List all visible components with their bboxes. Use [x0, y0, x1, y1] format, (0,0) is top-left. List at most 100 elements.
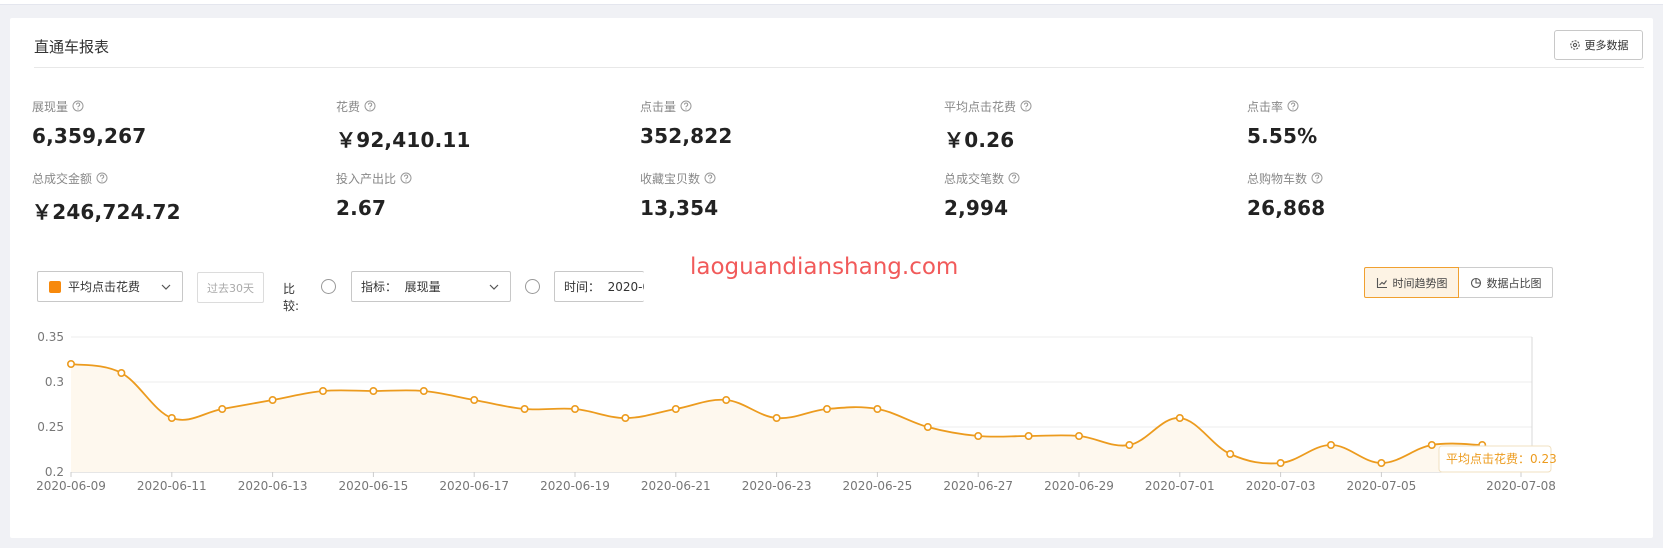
data-point[interactable] [1226, 449, 1235, 458]
compare-radio-indicator[interactable] [321, 279, 336, 294]
metric-2: 点击量 352,822 [640, 98, 920, 158]
metric-6: 投入产出比 2.67 [336, 170, 616, 230]
metric-select[interactable]: 平均点击花费 [37, 271, 183, 302]
metric-value: ￥246,724.72 [32, 200, 181, 224]
data-point[interactable] [520, 404, 529, 413]
metric-3: 平均点击花费 ￥0.26 [944, 98, 1224, 158]
metric-label-text: 平均点击花费 [944, 99, 1017, 114]
data-point[interactable] [873, 404, 882, 413]
report-title: 直通车报表 [34, 38, 110, 56]
time-select-value: 时间： 2020-05 [564, 280, 644, 294]
data-point[interactable] [621, 413, 630, 422]
metric-label: 收藏宝贝数 [640, 170, 920, 186]
chevron-down-icon [489, 284, 499, 290]
data-point[interactable] [268, 395, 277, 404]
metric-5: 总成交金额 ￥246,724.72 [32, 170, 312, 230]
indicator-select-value: 指标： 展现量 [361, 280, 441, 294]
metric-value: 6,359,267 [32, 124, 147, 148]
metric-value: 13,354 [640, 196, 719, 220]
x-tick-label: 2020-07-05 [1347, 479, 1417, 493]
data-point[interactable] [470, 395, 479, 404]
metric-8: 总成交笔数 2,994 [944, 170, 1224, 230]
data-point[interactable] [1276, 458, 1285, 467]
x-tick-label: 2020-07-03 [1246, 479, 1316, 493]
data-point[interactable] [218, 404, 227, 413]
data-point[interactable] [923, 422, 932, 431]
metric-value: 26,868 [1247, 196, 1326, 220]
compare-radio-time[interactable] [525, 279, 540, 294]
help-icon[interactable] [1020, 100, 1032, 112]
help-icon[interactable] [1008, 172, 1020, 184]
help-icon[interactable] [704, 172, 716, 184]
data-point[interactable] [772, 413, 781, 422]
metric-value: ￥0.26 [944, 128, 1015, 152]
data-point[interactable] [1377, 458, 1386, 467]
metric-label: 总成交金额 [32, 170, 312, 186]
x-tick-label: 2020-06-23 [742, 479, 812, 493]
x-tick-label: 2020-06-21 [641, 479, 711, 493]
top-strip [0, 0, 1663, 5]
metric-0: 展现量 6,359,267 [32, 98, 312, 158]
metric-label: 投入产出比 [336, 170, 616, 186]
x-tick-label: 2020-07-08 [1486, 479, 1556, 493]
period-button[interactable]: 过去30天 [197, 272, 264, 303]
help-icon[interactable] [72, 100, 84, 112]
data-point[interactable] [671, 404, 680, 413]
y-tick-label: 0.2 [45, 465, 64, 479]
data-point[interactable] [1075, 431, 1084, 440]
data-point[interactable] [570, 404, 579, 413]
x-tick-label: 2020-07-01 [1145, 479, 1215, 493]
data-point[interactable] [318, 386, 327, 395]
data-point[interactable] [1024, 431, 1033, 440]
metric-label: 点击量 [640, 98, 920, 114]
metric-label: 展现量 [32, 98, 312, 114]
help-icon[interactable] [364, 100, 376, 112]
view-share-button[interactable]: 数据占比图 [1459, 267, 1553, 298]
metric-value: ￥92,410.11 [336, 128, 471, 152]
data-point[interactable] [117, 368, 126, 377]
metric-label-text: 展现量 [32, 99, 69, 114]
data-point[interactable] [822, 404, 831, 413]
y-tick-label: 0.25 [37, 420, 64, 434]
metric-value: 352,822 [640, 124, 733, 148]
metric-label-text: 收藏宝贝数 [640, 171, 701, 186]
metric-label: 总购物车数 [1247, 170, 1527, 186]
metric-label: 总成交笔数 [944, 170, 1224, 186]
metric-7: 收藏宝贝数 13,354 [640, 170, 920, 230]
data-point[interactable] [974, 431, 983, 440]
data-point[interactable] [369, 386, 378, 395]
data-point[interactable] [167, 413, 176, 422]
gear-icon [1569, 40, 1580, 50]
help-icon[interactable] [1287, 100, 1299, 112]
help-icon[interactable] [400, 172, 412, 184]
metric-1: 花费 ￥92,410.11 [336, 98, 616, 158]
x-tick-label: 2020-06-11 [137, 479, 207, 493]
data-point[interactable] [67, 359, 76, 368]
x-tick-label: 2020-06-13 [238, 479, 308, 493]
metric-select-value: 平均点击花费 [68, 280, 141, 294]
time-select[interactable]: 时间： 2020-05 [554, 271, 644, 302]
x-tick-label: 2020-06-25 [843, 479, 913, 493]
data-point[interactable] [1175, 413, 1184, 422]
pie-chart-icon [1470, 277, 1481, 288]
data-point[interactable] [1327, 440, 1336, 449]
x-tick-label: 2020-06-17 [439, 479, 509, 493]
metric-9: 总购物车数 26,868 [1247, 170, 1527, 230]
x-tick-label: 2020-06-27 [943, 479, 1013, 493]
watermark: laoguandianshang.com [690, 254, 959, 280]
metric-value: 5.55% [1247, 124, 1318, 148]
more-data-button[interactable]: 更多数据 [1554, 30, 1643, 60]
line-chart-icon [1376, 277, 1387, 288]
help-icon[interactable] [96, 172, 108, 184]
metric-value: 2,994 [944, 196, 1009, 220]
data-point[interactable] [1427, 440, 1436, 449]
help-icon[interactable] [1311, 172, 1323, 184]
view-trend-button[interactable]: 时间趋势图 [1364, 267, 1459, 298]
data-point[interactable] [722, 395, 731, 404]
data-point[interactable] [1125, 440, 1134, 449]
metric-4: 点击率 5.55% [1247, 98, 1527, 158]
compare-label: 比较: [283, 282, 300, 313]
indicator-select[interactable]: 指标： 展现量 [351, 271, 511, 302]
data-point[interactable] [419, 386, 428, 395]
help-icon[interactable] [680, 100, 692, 112]
